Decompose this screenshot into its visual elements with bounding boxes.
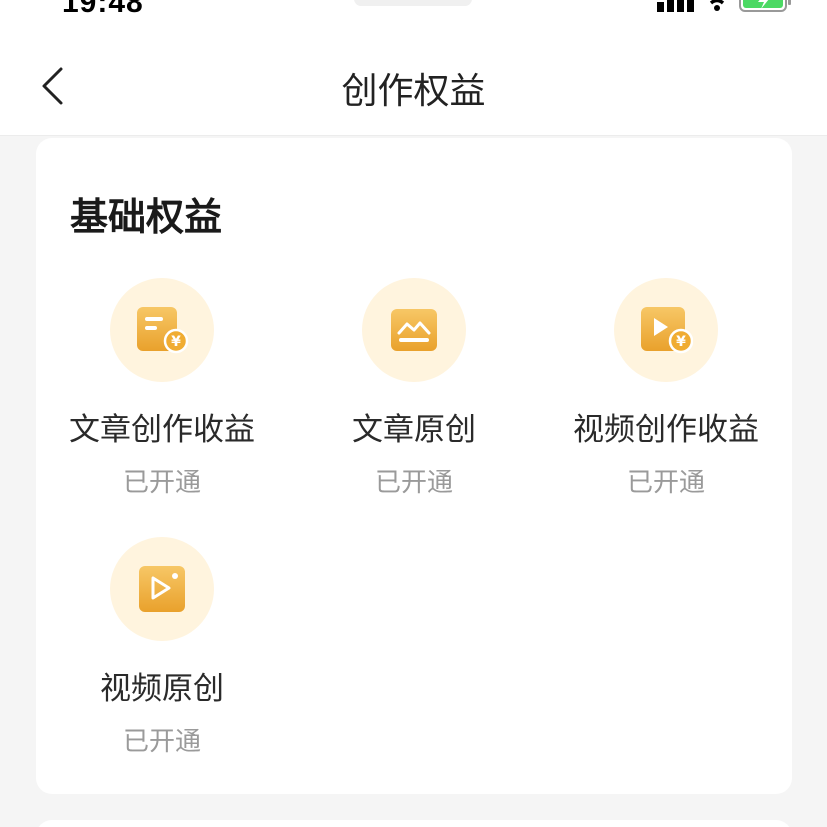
benefit-label: 文章创作收益 [69, 412, 255, 448]
benefit-label: 视频创作收益 [573, 412, 759, 448]
article-revenue-icon: ¥ [137, 307, 189, 354]
svg-text:¥: ¥ [171, 334, 181, 350]
benefit-status: 已开通 [122, 727, 201, 757]
svg-text:¥: ¥ [676, 334, 686, 350]
benefit-status: 已开通 [122, 468, 201, 498]
icon-circle: ¥ [614, 278, 718, 382]
battery-icon [739, 0, 791, 12]
benefit-status: 已开通 [374, 468, 453, 498]
status-time: 19:48 [62, 0, 144, 19]
signal-icon [657, 0, 694, 12]
benefit-item-video-revenue[interactable]: ¥ 视频创作收益 已开通 [540, 278, 792, 508]
benefit-item-article-original[interactable]: 文章原创 已开通 [288, 278, 540, 508]
wifi-icon [709, 0, 725, 11]
icon-circle: ¥ [110, 278, 214, 382]
benefit-item-article-revenue[interactable]: ¥ 文章创作收益 已开通 [36, 278, 288, 508]
navigation-bar: 创作权益 [0, 40, 827, 136]
next-card [36, 820, 792, 827]
section-title: 基础权益 [70, 195, 223, 239]
article-original-icon [391, 309, 437, 351]
icon-circle [362, 278, 466, 382]
benefit-item-video-original[interactable]: 视频原创 已开通 [36, 537, 288, 767]
page-title: 创作权益 [341, 71, 486, 112]
video-revenue-icon: ¥ [641, 307, 693, 354]
video-original-icon [139, 566, 185, 612]
benefit-status: 已开通 [626, 468, 705, 498]
status-bar: 19:48 [0, 0, 827, 40]
basic-benefits-card: 基础权益 ¥ 文章创作收益 已开通 文章原创 已开通 ¥ 视频创作收益 已开通 … [36, 138, 792, 794]
dynamic-island [354, 0, 472, 6]
icon-circle [110, 537, 214, 641]
benefit-label: 视频原创 [100, 671, 224, 707]
benefit-label: 文章原创 [352, 412, 476, 448]
